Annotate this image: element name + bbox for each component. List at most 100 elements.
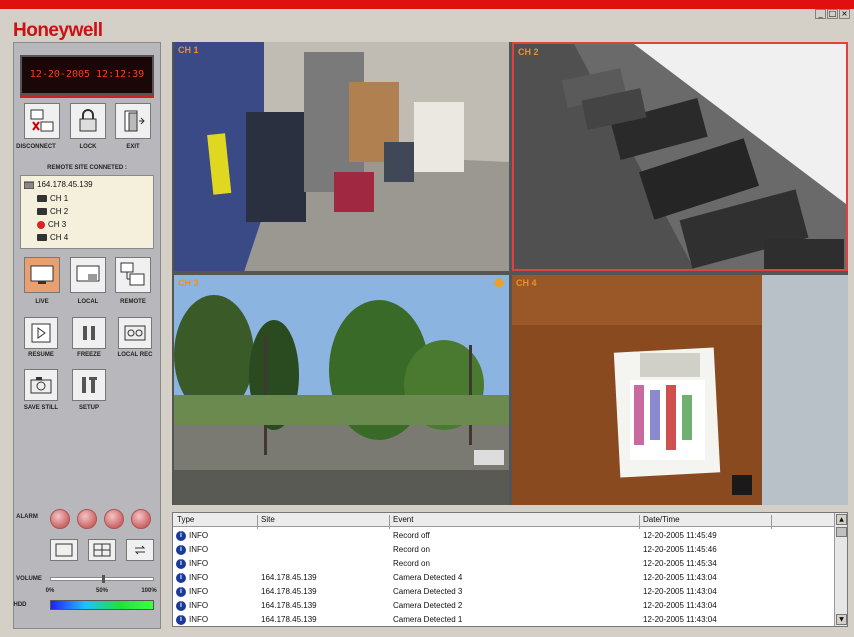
- scroll-up-arrow-icon[interactable]: ▲: [836, 514, 847, 525]
- remote-monitor-icon: [120, 262, 145, 286]
- parking-lot-camera-feed: [514, 44, 846, 269]
- col-site-header[interactable]: Site: [261, 515, 275, 524]
- setup-button[interactable]: [72, 369, 106, 401]
- maximize-button[interactable]: □: [827, 9, 838, 19]
- save-still-label: SAVE STILL: [23, 405, 59, 411]
- exit-door-icon: [124, 110, 145, 132]
- freeze-button[interactable]: [72, 317, 106, 349]
- log-datetime: 12-20-2005 11:45:49: [643, 531, 717, 540]
- remote-site-title: REMOTE SITE CONNETED :: [47, 165, 127, 171]
- log-event: Camera Detected 4: [393, 573, 463, 582]
- lock-icon: [79, 109, 97, 132]
- monitor-icon: [30, 265, 54, 284]
- alarm-indicator-2[interactable]: [77, 509, 97, 529]
- close-button[interactable]: ×: [839, 9, 850, 19]
- log-row[interactable]: i INFO 164.178.45.139 Camera Detected 2 …: [173, 599, 835, 613]
- column-divider[interactable]: [257, 515, 258, 529]
- log-datetime: 12-20-2005 11:43:04: [643, 587, 717, 596]
- log-row[interactable]: i INFO 164.178.45.139 Camera Detected 4 …: [173, 571, 835, 585]
- quad-view-button[interactable]: [88, 539, 116, 561]
- local-rec-label: LOCAL REC: [117, 352, 153, 358]
- log-type: INFO: [189, 559, 209, 568]
- tree-site-node[interactable]: 164.178.45.139: [24, 180, 93, 189]
- log-event: Record on: [393, 559, 430, 568]
- log-row[interactable]: i INFO Record on 12-20-2005 11:45:46: [173, 543, 835, 557]
- log-site: 164.178.45.139: [261, 601, 317, 610]
- disconnect-label: DISCONNECT: [16, 144, 56, 150]
- channel-label: CH 1: [50, 194, 69, 203]
- hdd-label: HDD: [13, 602, 27, 608]
- log-datetime: 12-20-2005 11:45:46: [643, 545, 717, 554]
- col-datetime-header[interactable]: Date/Time: [643, 515, 680, 524]
- scroll-down-arrow-icon[interactable]: ▼: [836, 614, 847, 625]
- local-monitor-icon: [76, 265, 100, 282]
- local-rec-button[interactable]: [118, 317, 152, 349]
- freeze-label: FREEZE: [77, 352, 101, 358]
- honeywell-logo: Honeywell: [13, 20, 103, 41]
- log-event: Record off: [393, 531, 430, 540]
- volume-tick-0: 0%: [45, 588, 55, 594]
- lock-button[interactable]: [70, 103, 106, 139]
- log-scrollbar[interactable]: ▲ ▼: [834, 513, 847, 626]
- save-still-button[interactable]: [24, 369, 58, 401]
- channel-2-view[interactable]: CH 2: [512, 42, 848, 271]
- exit-label: EXIT: [126, 144, 140, 150]
- exit-button[interactable]: [115, 103, 151, 139]
- channel-3-view[interactable]: CH 3: [174, 275, 509, 505]
- log-event: Camera Detected 3: [393, 587, 463, 596]
- log-row[interactable]: i INFO Record off 12-20-2005 11:45:49: [173, 529, 835, 543]
- channel-1-view[interactable]: CH 1: [174, 42, 509, 271]
- tree-channel-1[interactable]: CH 1: [37, 194, 68, 203]
- live-button[interactable]: [24, 257, 60, 293]
- sequence-button[interactable]: [126, 539, 154, 561]
- minimize-button[interactable]: _: [815, 9, 826, 19]
- tree-channel-4[interactable]: CH 4: [37, 233, 68, 242]
- remote-button[interactable]: [115, 257, 151, 293]
- column-divider[interactable]: [389, 515, 390, 529]
- channel-4-view[interactable]: CH 4: [512, 275, 848, 505]
- site-folder-icon: [24, 181, 34, 189]
- scroll-thumb[interactable]: [836, 527, 847, 537]
- log-type: INFO: [189, 545, 209, 554]
- log-type: INFO: [189, 601, 209, 610]
- column-divider[interactable]: [639, 515, 640, 529]
- play-icon: [31, 323, 51, 343]
- quad-view-icon: [93, 543, 111, 557]
- log-site: 164.178.45.139: [261, 615, 317, 624]
- live-label: LIVE: [35, 299, 49, 305]
- clock-underline: [20, 95, 154, 98]
- log-row[interactable]: i INFO Record on 12-20-2005 11:45:34: [173, 557, 835, 571]
- col-type-header[interactable]: Type: [177, 515, 194, 524]
- remote-label: REMOTE: [120, 299, 146, 305]
- column-divider[interactable]: [771, 515, 772, 529]
- log-datetime: 12-20-2005 11:43:04: [643, 573, 717, 582]
- log-datetime: 12-20-2005 11:43:04: [643, 615, 717, 624]
- local-button[interactable]: [70, 257, 106, 293]
- single-view-button[interactable]: [50, 539, 78, 561]
- alarm-indicator-4[interactable]: [131, 509, 151, 529]
- info-icon: i: [176, 573, 186, 583]
- camera-icon: [37, 208, 47, 215]
- channel-label: CH 4: [50, 233, 69, 242]
- log-row[interactable]: i INFO 164.178.45.139 Camera Detected 1 …: [173, 613, 835, 626]
- resume-button[interactable]: [24, 317, 58, 349]
- log-row[interactable]: i INFO 164.178.45.139 Camera Detected 3 …: [173, 585, 835, 599]
- tree-channel-2[interactable]: CH 2: [37, 207, 68, 216]
- record-tape-icon: [124, 325, 146, 341]
- channel-2-label: CH 2: [518, 47, 539, 57]
- volume-slider[interactable]: [50, 575, 154, 583]
- site-ip-label: 164.178.45.139: [37, 180, 93, 189]
- camera-icon: [37, 195, 47, 202]
- channel-label: CH 3: [48, 220, 67, 229]
- tree-channel-3[interactable]: CH 3: [37, 220, 66, 229]
- disconnect-button[interactable]: [24, 103, 60, 139]
- tools-icon: [82, 377, 97, 393]
- disconnect-icon: [30, 109, 54, 132]
- info-icon: i: [176, 545, 186, 555]
- alarm-indicator-3[interactable]: [104, 509, 124, 529]
- volume-thumb[interactable]: [102, 575, 105, 583]
- event-log: Type Site Event Date/Time i INFO Record …: [172, 512, 848, 627]
- volume-tick-50: 50%: [95, 588, 108, 594]
- alarm-indicator-1[interactable]: [50, 509, 70, 529]
- col-event-header[interactable]: Event: [393, 515, 413, 524]
